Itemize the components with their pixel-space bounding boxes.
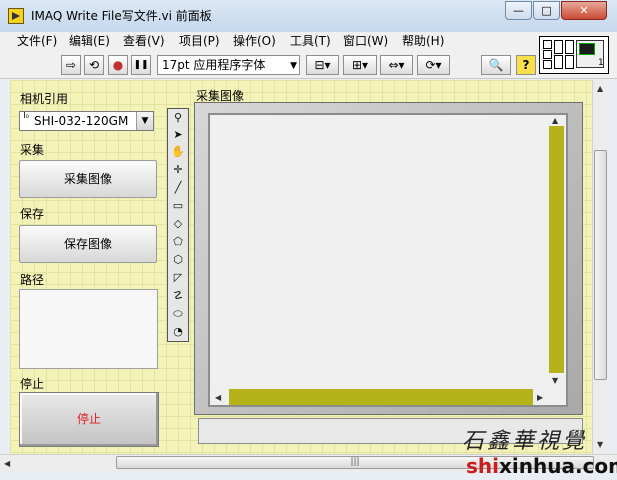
image-vertical-scrollbar[interactable] [549, 126, 564, 373]
watermark-url: shixinhua.com [466, 454, 617, 478]
menu-view[interactable]: 查看(V) [123, 33, 165, 50]
save-image-button[interactable]: 保存图像 [19, 225, 157, 263]
watermark-url-prefix: shi [466, 454, 499, 478]
menu-file[interactable]: 文件(F) [17, 33, 57, 50]
image-scroll-up-icon[interactable]: ▲ [552, 116, 558, 125]
font-select-value: 17pt 应用程序字体 [162, 58, 266, 72]
close-button[interactable]: ✕ [561, 1, 607, 20]
camera-label: 相机引用 [20, 92, 69, 106]
annulus-icon[interactable]: ◔ [169, 324, 187, 340]
acquire-image-button[interactable]: 采集图像 [19, 160, 157, 198]
menu-window[interactable]: 窗口(W) [343, 33, 388, 50]
stop-label: 停止 [20, 377, 45, 391]
search-icon[interactable]: 🔍 [481, 55, 511, 75]
run-arrow-icon[interactable]: ⇨ [61, 55, 81, 75]
pointer-icon[interactable]: ➤ [169, 127, 187, 143]
pause-icon[interactable]: ❚❚ [131, 55, 151, 75]
minimize-button[interactable]: — [505, 1, 532, 20]
polyline-icon[interactable]: ◸ [169, 270, 187, 286]
watermark-calligraphy: 石鑫華視覺 [462, 429, 588, 454]
line-icon[interactable]: ╱ [169, 180, 187, 196]
menu-project[interactable]: 项目(P) [179, 33, 220, 50]
maximize-button[interactable]: □ [533, 1, 560, 20]
stop-button[interactable]: 停止 [19, 392, 159, 447]
reorder-icon[interactable]: ⟳▾ [417, 55, 450, 75]
camera-select-value: SHI-032-120GM [34, 114, 129, 128]
point-icon[interactable]: ✛ [169, 162, 187, 178]
menu-help[interactable]: 帮助(H) [402, 33, 444, 50]
rotated-rectangle-icon[interactable]: ◇ [169, 216, 187, 232]
freehand-polygon-icon[interactable]: ⬡ [169, 252, 187, 268]
run-continuously-icon[interactable]: ⟲ [84, 55, 104, 75]
radix-icon: I₀ [23, 111, 29, 120]
image-scroll-left-icon[interactable]: ◀ [215, 393, 221, 402]
align-objects-icon[interactable]: ⊟▾ [306, 55, 339, 75]
image-scroll-right-icon[interactable]: ▶ [537, 393, 543, 402]
resize-objects-icon[interactable]: ⇔▾ [380, 55, 413, 75]
image-scroll-down-icon[interactable]: ▼ [552, 376, 558, 385]
chevron-down-icon[interactable]: ▼ [136, 112, 153, 130]
context-help-icon[interactable]: ? [516, 55, 536, 75]
freehand-line-icon[interactable]: ☡ [169, 288, 187, 304]
stop-button-label: 停止 [76, 412, 101, 426]
path-field[interactable] [19, 289, 158, 369]
scroll-up-icon[interactable]: ▲ [597, 84, 603, 93]
vi-icon-graphic [579, 43, 595, 55]
zoom-icon[interactable]: ⚲ [169, 110, 187, 126]
distribute-objects-icon[interactable]: ⊞▾ [343, 55, 377, 75]
image-horizontal-scrollbar[interactable] [229, 389, 533, 405]
menu-tools[interactable]: 工具(T) [290, 33, 331, 50]
abort-execution-icon[interactable]: ● [108, 55, 128, 75]
polygon-icon[interactable]: ⬠ [169, 234, 187, 250]
scroll-left-icon[interactable]: ◀ [4, 459, 10, 468]
image-canvas[interactable] [211, 116, 547, 386]
oval-icon[interactable]: ⬭ [169, 306, 187, 322]
path-label: 路径 [20, 273, 45, 287]
vertical-scroll-thumb[interactable] [594, 150, 607, 380]
rectangle-icon[interactable]: ▭ [169, 198, 187, 214]
chevron-down-icon: ▼ [290, 61, 297, 71]
acquire-label: 采集 [20, 143, 45, 157]
pan-hand-icon[interactable]: ✋ [169, 144, 187, 160]
labview-vi-icon [8, 8, 24, 24]
font-select[interactable]: 17pt 应用程序字体 ▼ [157, 55, 300, 75]
window-title: IMAQ Write File写文件.vi 前面板 [31, 9, 212, 23]
menu-edit[interactable]: 编辑(E) [69, 33, 110, 50]
menu-operate[interactable]: 操作(O) [233, 33, 276, 50]
watermark-url-suffix: .com [574, 454, 617, 478]
watermark-url-mid: xinhua [499, 454, 575, 478]
scroll-down-icon[interactable]: ▼ [597, 440, 603, 449]
save-label: 保存 [20, 207, 45, 221]
vi-icon-number: 1 [598, 58, 604, 68]
